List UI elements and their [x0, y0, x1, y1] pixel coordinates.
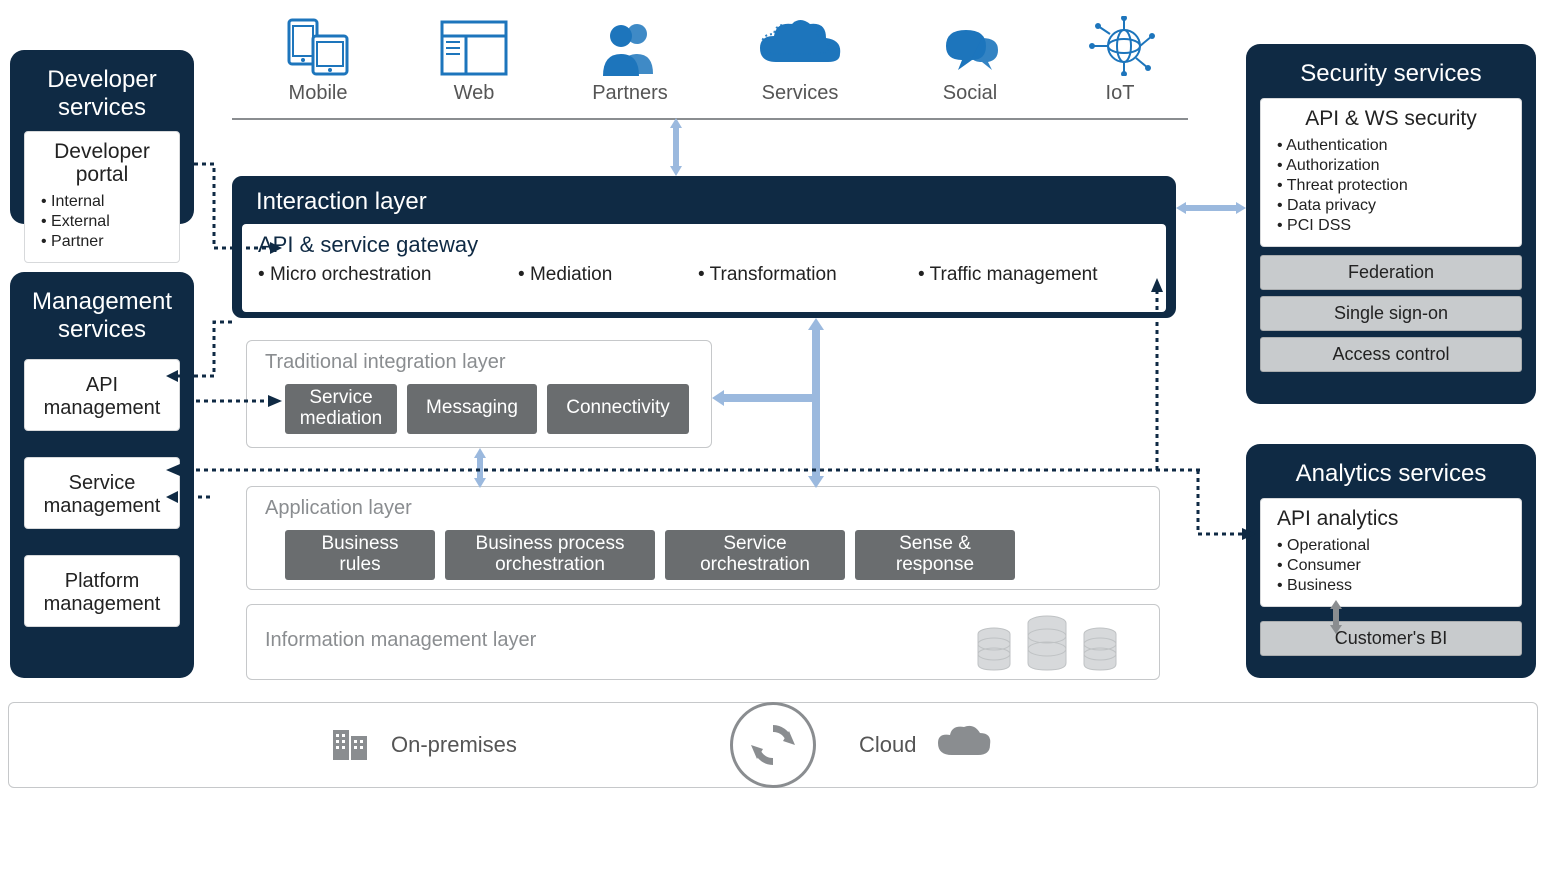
analytics-item: Consumer	[1277, 556, 1511, 576]
api-analytics-title: API analytics	[1271, 507, 1511, 536]
api-ws-security-title: API & WS security	[1271, 107, 1511, 136]
arrow-analytics-bi	[1326, 600, 1346, 634]
developer-portal-title: Developer portal	[35, 140, 169, 192]
service-management-card: Service management	[24, 457, 180, 529]
channel-web: Web	[404, 14, 544, 105]
mobile-icon	[248, 14, 388, 76]
sync-icon	[730, 702, 816, 788]
channel-label: Partners	[560, 76, 700, 105]
sso-pill: Single sign-on	[1260, 296, 1522, 331]
database-icon	[1081, 627, 1119, 671]
channel-partners: Partners	[560, 14, 700, 105]
federation-pill: Federation	[1260, 255, 1522, 290]
gateway-item: Micro orchestration	[258, 264, 508, 286]
management-services-title: Management services	[20, 282, 184, 353]
gateway-item: Traffic management	[918, 264, 1098, 286]
platform-management-card: Platform management	[24, 555, 180, 627]
api-service-gateway: API & service gateway Micro orchestratio…	[242, 224, 1166, 312]
developer-portal-list: Internal External Partner	[35, 192, 169, 252]
business-process-orchestration-chip: Business process orchestration	[445, 530, 655, 580]
sense-response-chip: Sense & response	[855, 530, 1015, 580]
analytics-item: Operational	[1277, 536, 1511, 556]
security-item: Threat protection	[1277, 176, 1511, 196]
cloud-icon	[934, 723, 994, 767]
messaging-chip: Messaging	[407, 384, 537, 434]
application-layer-title: Application layer	[261, 497, 1145, 530]
analytics-services-panel: Analytics services API analytics Operati…	[1246, 444, 1536, 678]
developer-services-panel: Developer services Developer portal Inte…	[10, 50, 194, 224]
channel-label: IoT	[1050, 76, 1190, 105]
service-mediation-chip: Service mediation	[285, 384, 397, 434]
services-icon	[730, 14, 870, 76]
database-icons	[975, 615, 1119, 671]
customers-bi-pill: Customer's BI	[1260, 621, 1522, 656]
dotted-api-mgmt-to-traditional	[194, 394, 282, 408]
arrow-channels-interaction	[666, 118, 686, 176]
developer-portal-item: Internal	[41, 192, 169, 212]
security-item: Data privacy	[1277, 196, 1511, 216]
security-item: PCI DSS	[1277, 216, 1511, 236]
dotted-to-analytics	[1196, 462, 1256, 542]
channel-label: Social	[900, 76, 1040, 105]
analytics-item: Business	[1277, 576, 1511, 596]
api-service-gateway-title: API & service gateway	[258, 232, 1150, 264]
api-management-card: API management	[24, 359, 180, 431]
iot-icon	[1050, 14, 1190, 76]
database-icon	[975, 627, 1013, 671]
developer-portal-item: External	[41, 212, 169, 232]
business-rules-chip: Business rules	[285, 530, 435, 580]
connectivity-chip: Connectivity	[547, 384, 689, 434]
channel-label: Services	[730, 76, 870, 105]
security-item: Authentication	[1277, 136, 1511, 156]
api-ws-security-list: Authentication Authorization Threat prot…	[1271, 136, 1511, 236]
channel-services: Services	[730, 14, 870, 105]
deployment-bar: On-premises Cloud	[8, 702, 1538, 788]
channel-iot: IoT	[1050, 14, 1190, 105]
gateway-item: Mediation	[518, 264, 688, 286]
channel-social: Social	[900, 14, 1040, 105]
dotted-horizontal-management-analytics	[164, 462, 1204, 478]
information-management-layer: Information management layer	[246, 604, 1160, 680]
interaction-layer: Interaction layer API & service gateway …	[232, 176, 1176, 318]
security-item: Authorization	[1277, 156, 1511, 176]
service-orchestration-chip: Service orchestration	[665, 530, 845, 580]
on-premises-label: On-premises	[391, 732, 517, 758]
api-ws-security-card: API & WS security Authentication Authori…	[1260, 98, 1522, 247]
channel-label: Mobile	[248, 76, 388, 105]
developer-portal-card: Developer portal Internal External Partn…	[24, 131, 180, 263]
on-premises-segment: On-premises	[329, 703, 517, 787]
developer-portal-item: Partner	[41, 232, 169, 252]
cloud-segment: Cloud	[859, 703, 994, 787]
cloud-label: Cloud	[859, 732, 916, 758]
api-analytics-list: Operational Consumer Business	[1271, 536, 1511, 596]
web-icon	[404, 14, 544, 76]
database-icon	[1025, 615, 1069, 671]
api-analytics-card: API analytics Operational Consumer Busin…	[1260, 498, 1522, 607]
security-services-panel: Security services API & WS security Auth…	[1246, 44, 1536, 404]
dotted-to-service-mgmt	[164, 490, 212, 504]
application-layer: Application layer Business rules Busines…	[246, 486, 1160, 590]
social-icon	[900, 14, 1040, 76]
analytics-services-title: Analytics services	[1256, 454, 1526, 498]
interaction-layer-title: Interaction layer	[234, 178, 1174, 224]
traditional-integration-layer: Traditional integration layer Service me…	[246, 340, 712, 448]
access-control-pill: Access control	[1260, 337, 1522, 372]
developer-services-title: Developer services	[20, 60, 184, 131]
channels-divider	[232, 118, 1188, 120]
arrow-interaction-security	[1176, 198, 1246, 218]
dotted-gateway-to-api-mgmt	[164, 320, 234, 382]
dotted-developer-to-gateway	[192, 162, 282, 254]
dotted-vertical-right	[1150, 278, 1164, 474]
channel-mobile: Mobile	[248, 14, 388, 105]
gateway-item: Transformation	[698, 264, 908, 286]
partners-icon	[560, 14, 700, 76]
security-services-title: Security services	[1256, 54, 1526, 98]
traditional-layer-title: Traditional integration layer	[261, 351, 697, 384]
buildings-icon	[329, 720, 373, 770]
channel-label: Web	[404, 76, 544, 105]
